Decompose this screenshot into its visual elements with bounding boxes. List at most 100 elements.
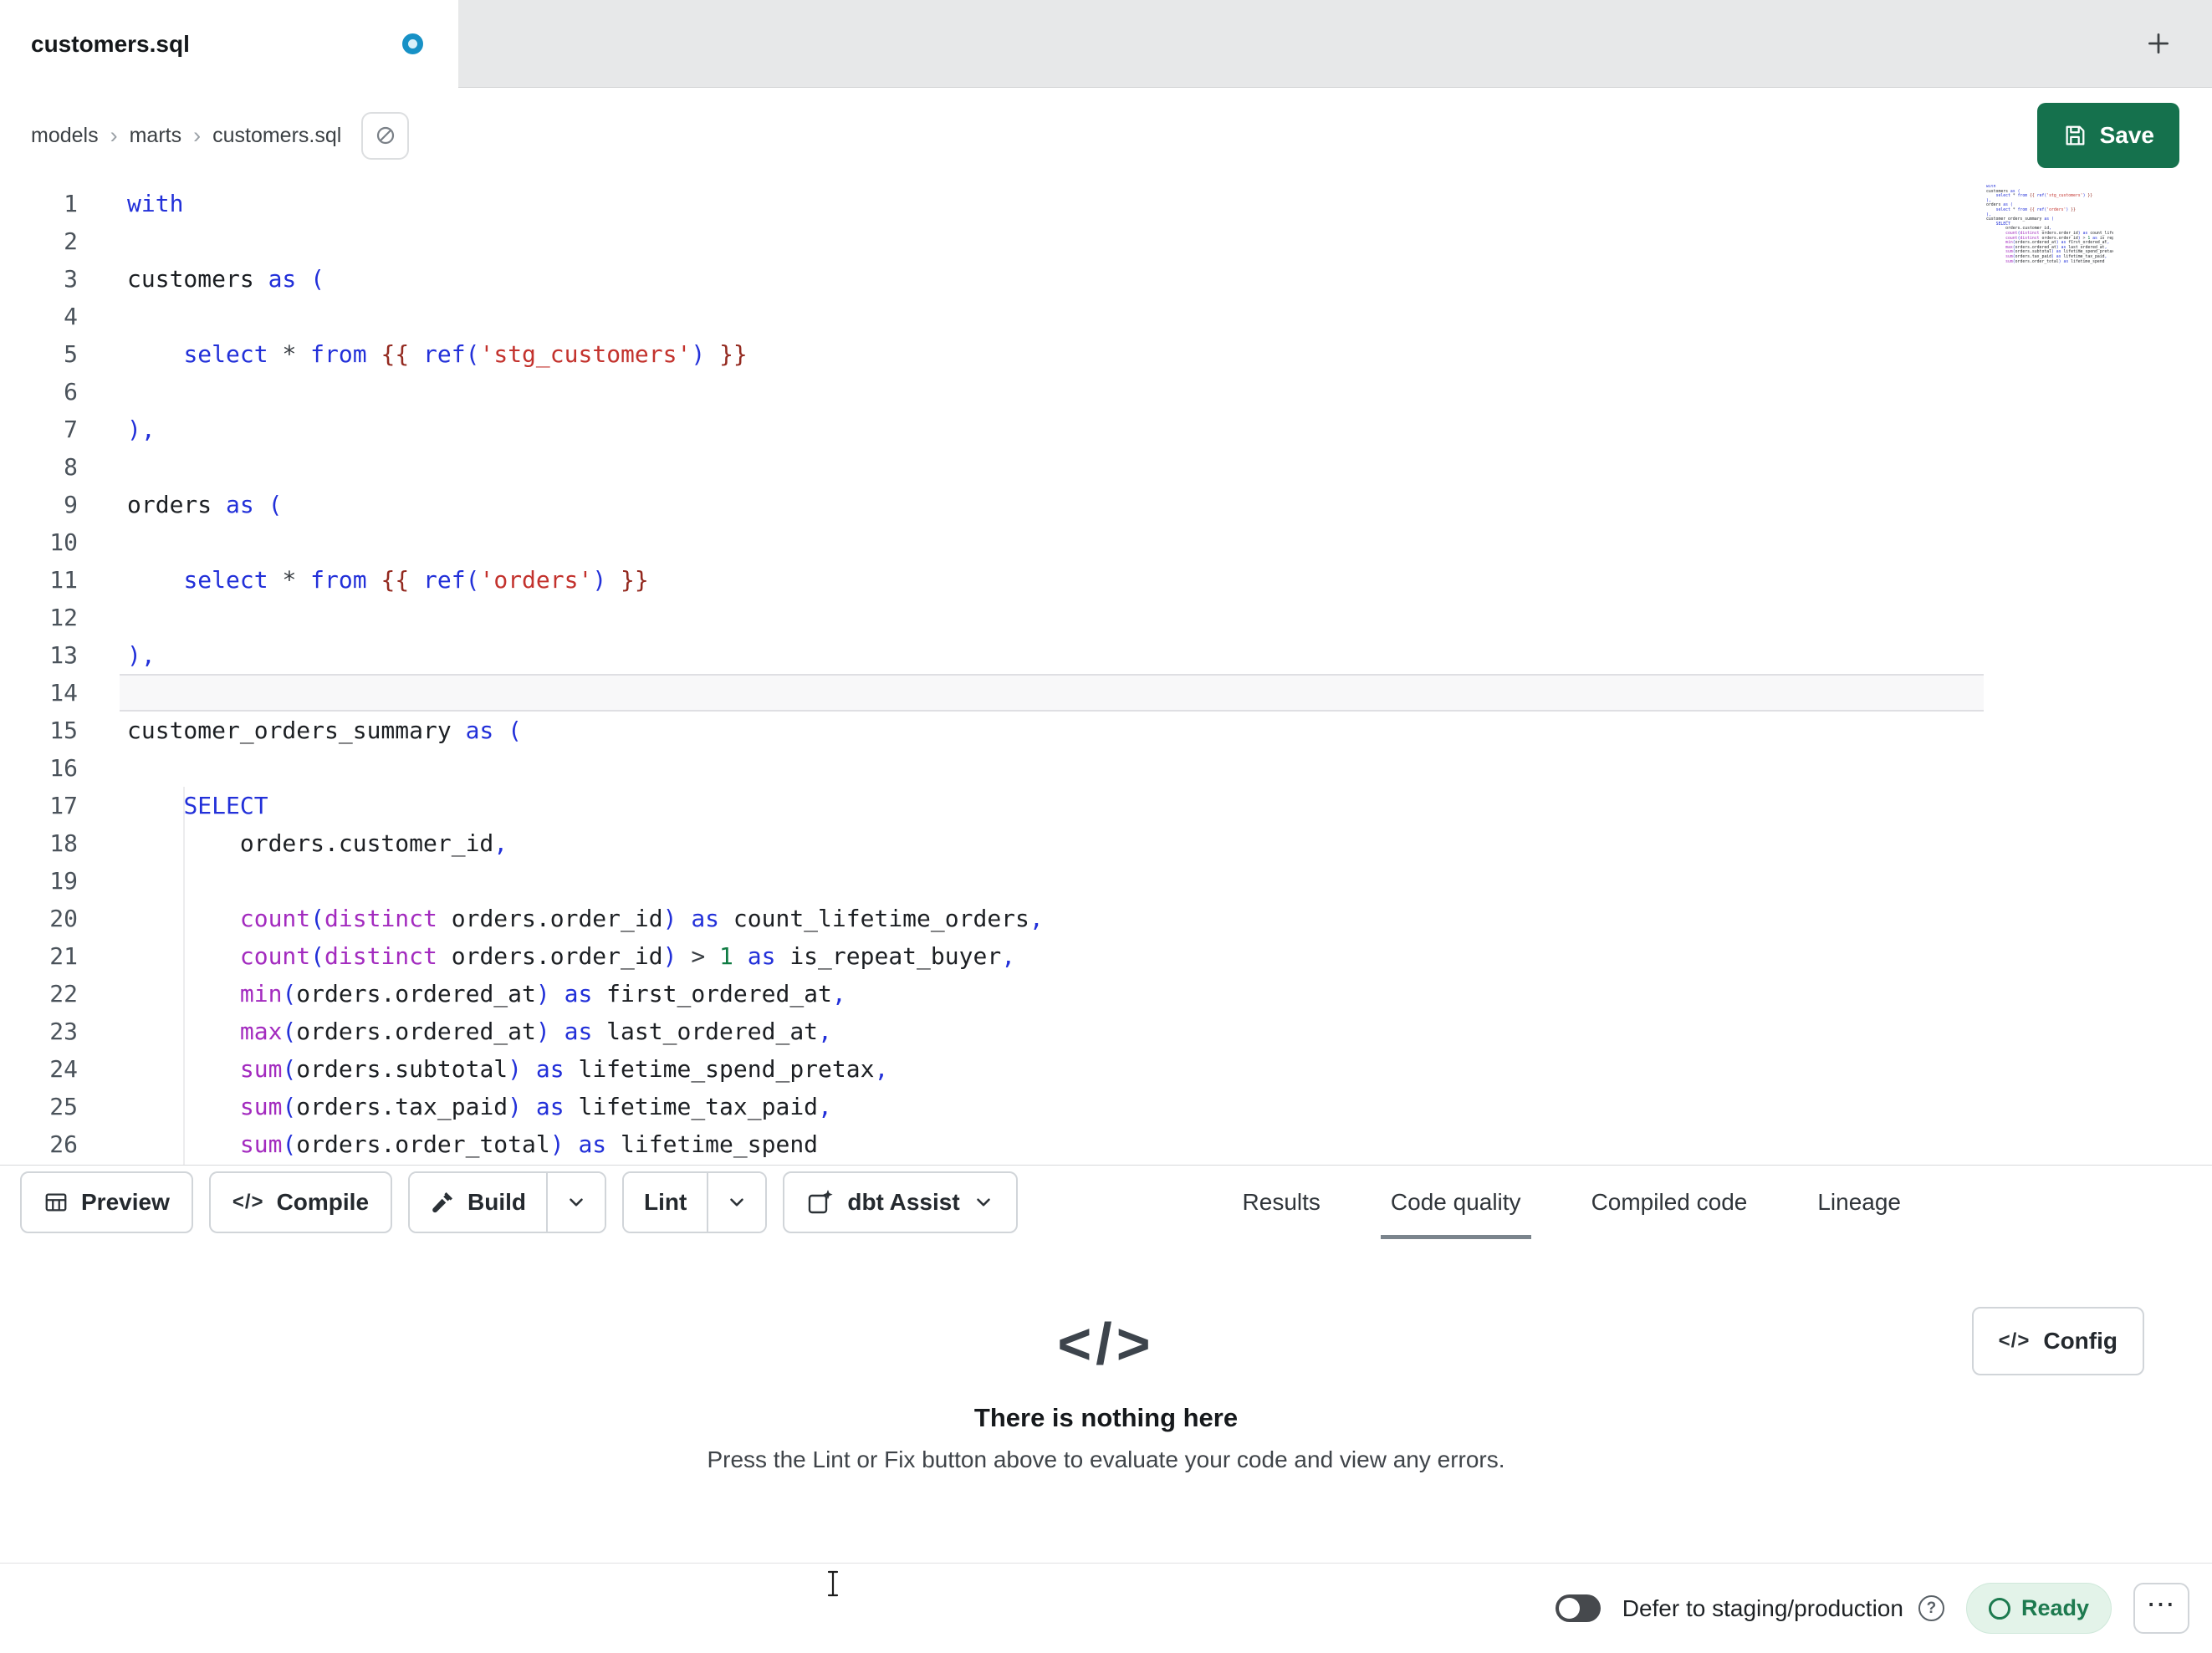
code-line-text: select * from {{ ref('orders') }} (183, 566, 649, 594)
breadcrumb-item-models[interactable]: models (31, 124, 99, 148)
code-line[interactable]: 16 (0, 749, 2212, 787)
line-number: 13 (49, 641, 78, 669)
tab-bar: customers.sql (0, 0, 2212, 88)
code-line[interactable]: 14 (0, 674, 2212, 712)
code-line[interactable]: 6 (0, 373, 2212, 411)
status-bar: Defer to staging/production ? Ready ⋯ (0, 1564, 2212, 1653)
code-line-text: count(distinct orders.order_id) as count… (239, 905, 1044, 932)
code-line[interactable]: 26 sum(orders.order_total) as lifetime_s… (0, 1125, 2212, 1163)
code-line[interactable]: 17 SELECT (0, 787, 2212, 824)
code-line[interactable]: 2 (0, 222, 2212, 260)
indent-guide (183, 787, 185, 1165)
code-line[interactable]: 20 count(distinct orders.order_id) as co… (0, 900, 2212, 937)
line-number: 10 (49, 528, 78, 556)
lint-split-button: Lint (622, 1171, 768, 1233)
code-line-text: max(orders.ordered_at) as last_ordered_a… (239, 1018, 832, 1045)
breadcrumb-separator: › (110, 122, 118, 148)
code-line[interactable]: 10 (0, 523, 2212, 561)
line-number: 3 (64, 265, 78, 293)
line-number: 9 (64, 491, 78, 518)
code-line[interactable]: 23 max(orders.ordered_at) as last_ordere… (0, 1013, 2212, 1050)
breadcrumb-item-file[interactable]: customers.sql (212, 124, 341, 148)
line-number: 21 (49, 942, 78, 970)
minimap[interactable]: with customers as ( select * from {{ ref(… (1986, 185, 2113, 387)
code-line[interactable]: 13), (0, 636, 2212, 674)
defer-toggle[interactable] (1555, 1594, 1601, 1622)
code-line-text: SELECT (183, 792, 268, 819)
path-bar: models › marts › customers.sql Save (0, 88, 2212, 183)
lint-dropdown-button[interactable] (707, 1173, 766, 1232)
code-line[interactable]: 1 with (0, 185, 2212, 222)
code-line[interactable]: 19 (0, 862, 2212, 900)
hammer-icon (430, 1190, 455, 1215)
build-dropdown-button[interactable] (546, 1173, 605, 1232)
code-line[interactable]: 4 (0, 298, 2212, 335)
line-number: 8 (64, 453, 78, 481)
tab-compiled-code[interactable]: Compiled code (1591, 1166, 1748, 1239)
code-line-text: select * from {{ ref('stg_customers') }} (183, 340, 748, 368)
question-circle-icon[interactable]: ? (1918, 1595, 1944, 1621)
build-button-label: Build (467, 1189, 527, 1215)
code-line-text: with (127, 190, 184, 217)
code-line-text: ), (127, 641, 156, 669)
ready-status-label: Ready (2020, 1595, 2089, 1620)
table-icon (43, 1190, 69, 1215)
line-number: 16 (49, 754, 78, 782)
code-line[interactable]: 15 customer_orders_summary as ( (0, 712, 2212, 749)
preview-button[interactable]: Preview (20, 1171, 193, 1233)
tab-code-quality[interactable]: Code quality (1380, 1166, 1531, 1239)
line-number: 1 (64, 190, 78, 217)
build-split-button: Build (408, 1171, 607, 1233)
text-cursor (826, 1570, 840, 1597)
code-line[interactable]: 18 orders.customer_id, (0, 824, 2212, 862)
code-line-text: orders.customer_id, (127, 829, 508, 857)
code-line[interactable]: 22 min(orders.ordered_at) as first_order… (0, 975, 2212, 1013)
tab-results[interactable]: Results (1243, 1166, 1321, 1239)
line-number: 19 (49, 867, 78, 895)
code-line[interactable]: 8 (0, 448, 2212, 486)
empty-state-title: There is nothing here (973, 1403, 1239, 1432)
new-tab-button[interactable] (2135, 20, 2182, 67)
code-line[interactable]: 12 (0, 599, 2212, 636)
line-number: 11 (49, 566, 78, 594)
code-line-text: count(distinct orders.order_id) > 1 as i… (239, 942, 1016, 970)
code-editor[interactable]: 1 with 2 3 customers as (4 5 select * from {{… (0, 183, 2212, 1165)
line-number: 4 (64, 303, 78, 330)
lint-button[interactable]: Lint (624, 1173, 708, 1232)
file-tab-customers-sql[interactable]: customers.sql (0, 0, 458, 88)
code-line[interactable]: 25 sum(orders.tax_paid) as lifetime_tax_… (0, 1088, 2212, 1125)
unsaved-dot-icon (402, 33, 423, 54)
code-line-text: customers as ( (127, 265, 325, 293)
overflow-menu-button[interactable]: ⋯ (2133, 1583, 2189, 1634)
defer-label: Defer to staging/production (1622, 1594, 1903, 1621)
tab-lineage[interactable]: Lineage (1817, 1166, 1901, 1239)
code-line[interactable]: 5 select * from {{ ref('stg_customers') … (0, 335, 2212, 373)
empty-state-subtitle: Press the Lint or Fix button above to ev… (707, 1446, 1505, 1472)
code-line[interactable]: 24 sum(orders.subtotal) as lifetime_spen… (0, 1050, 2212, 1088)
dbt-assist-button[interactable]: dbt Assist (783, 1171, 1018, 1233)
compile-button[interactable]: </> Compile (208, 1171, 393, 1233)
format-button[interactable] (361, 111, 410, 160)
line-number: 20 (49, 905, 78, 932)
status-ring-icon (1988, 1597, 2010, 1620)
code-line[interactable]: 21 count(distinct orders.order_id) > 1 a… (0, 937, 2212, 975)
chevron-down-icon (565, 1191, 587, 1213)
build-button[interactable]: Build (410, 1173, 547, 1232)
line-number: 17 (49, 792, 78, 819)
line-number: 14 (49, 679, 78, 707)
code-line-text: customer_orders_summary as ( (127, 717, 523, 744)
save-button[interactable]: Save (2036, 103, 2179, 168)
code-line-text: min(orders.ordered_at) as first_ordered_… (239, 980, 846, 1008)
empty-state: </> There is nothing here Press the Lint… (0, 1239, 2212, 1473)
breadcrumb-item-marts[interactable]: marts (130, 124, 182, 148)
ready-status-badge[interactable]: Ready (1965, 1583, 2112, 1634)
config-button[interactable]: </> Config (1971, 1307, 2144, 1375)
code-line[interactable]: 9 orders as ( (0, 486, 2212, 523)
line-number: 23 (49, 1018, 78, 1045)
code-line[interactable]: 3 customers as ( (0, 260, 2212, 298)
code-line[interactable]: 11 select * from {{ ref('orders') }} (0, 561, 2212, 599)
code-line[interactable]: 7), (0, 411, 2212, 448)
editor-toolbar: Preview </> Compile Build Lint dbt Assis… (0, 1165, 2212, 1239)
compile-button-label: Compile (276, 1189, 370, 1215)
code-lines: 1 with 2 3 customers as (4 5 select * from {{… (0, 185, 2212, 1163)
